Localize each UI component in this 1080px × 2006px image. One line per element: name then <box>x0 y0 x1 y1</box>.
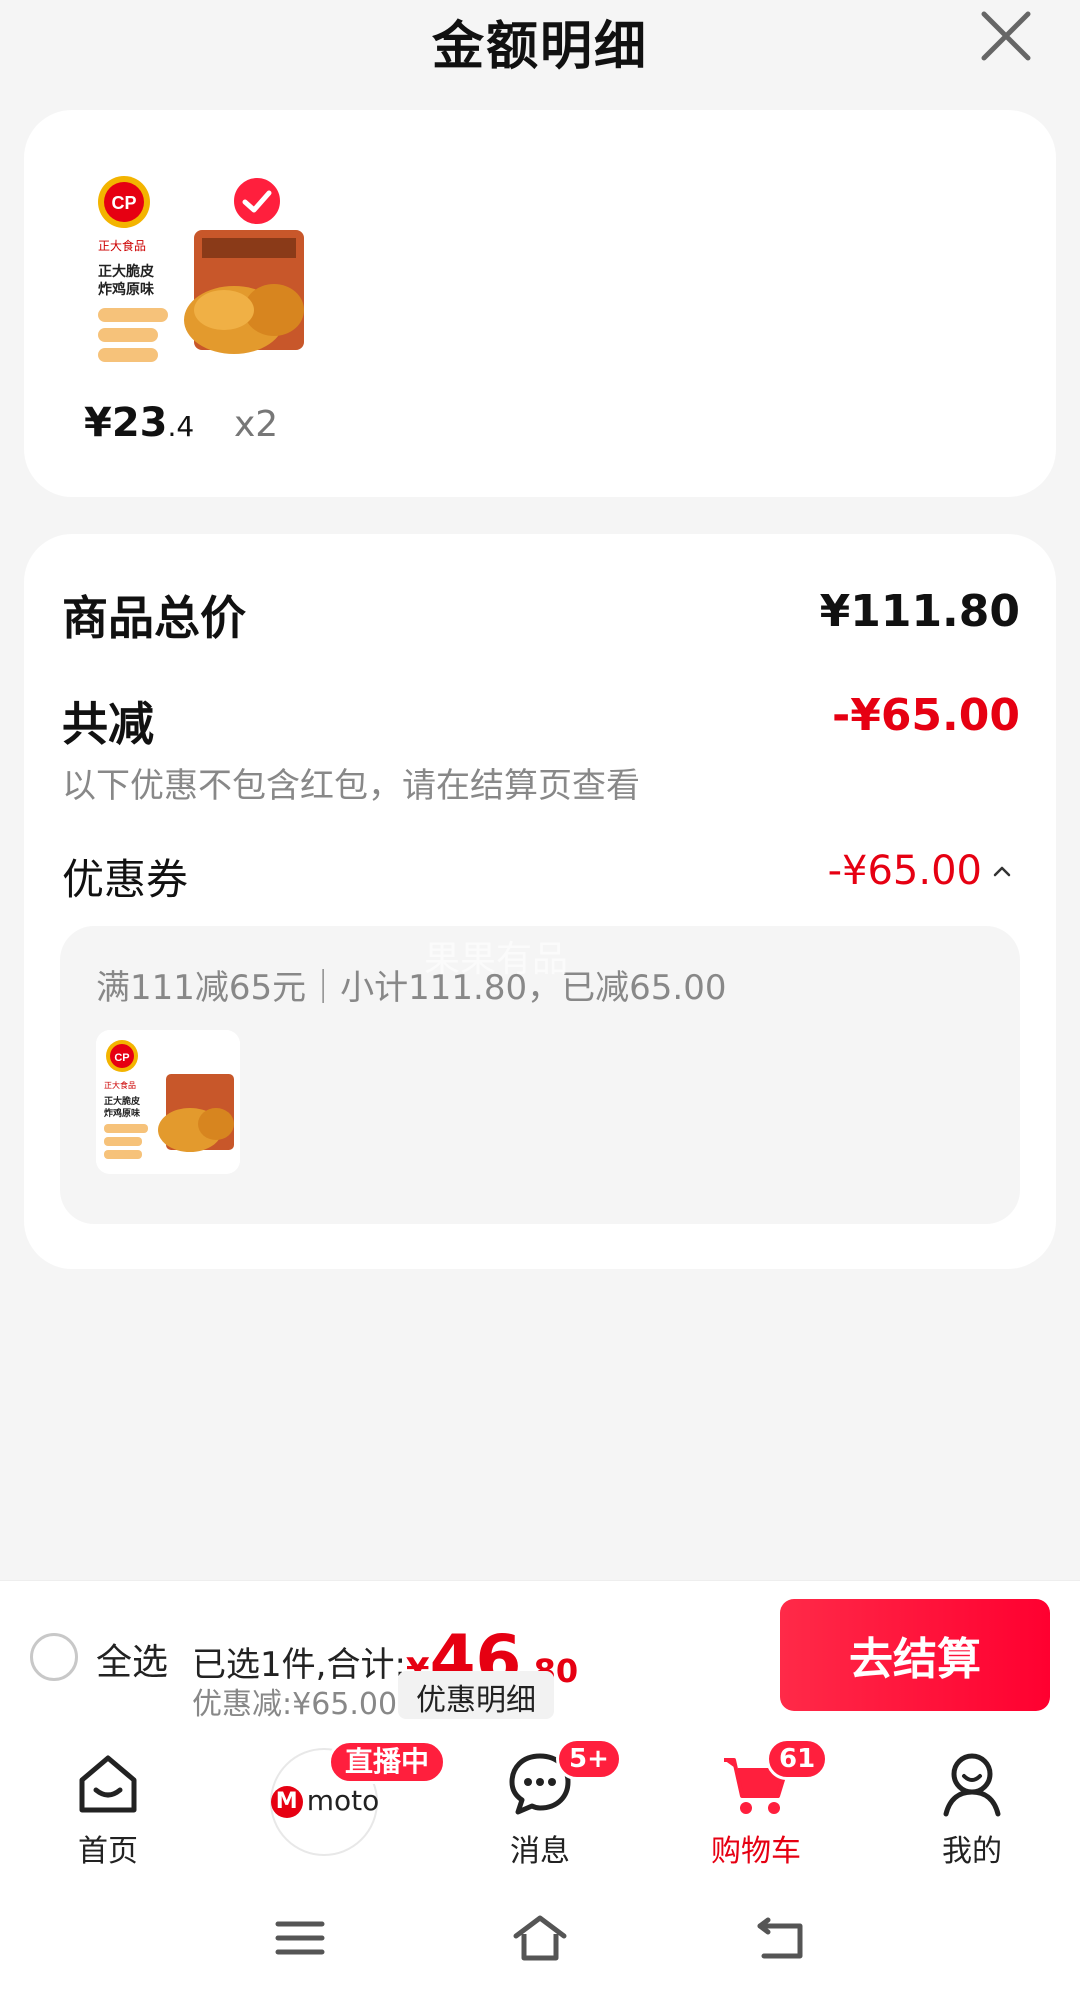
select-all-radio[interactable] <box>30 1633 78 1681</box>
checkout-button[interactable]: 去结算 <box>780 1599 1050 1711</box>
coupon-rule: 满111减65元｜小计111.80，已减65.00 <box>96 968 727 1008</box>
product-quantity: x2 <box>234 404 279 445</box>
svg-text:正大脆皮: 正大脆皮 <box>104 1095 141 1107</box>
tab-home[interactable]: 首页 <box>28 1730 188 1870</box>
tab-label: 首页 <box>78 1834 138 1869</box>
product-card: CP 正大食品 正大脆皮 炸鸡原味 ¥23.4 x2 <box>24 110 1056 497</box>
chevron-up-icon[interactable] <box>990 860 1014 884</box>
discount-amount: 优惠减:¥65.00 <box>192 1687 398 1722</box>
price-dec: .4 <box>167 410 195 443</box>
svg-text:正大食品: 正大食品 <box>104 1080 136 1090</box>
live-badge: 直播中 <box>328 1740 447 1784</box>
watermark: 果果有品 <box>424 939 569 980</box>
select-all-label[interactable]: 全选 <box>96 1633 168 1685</box>
bottom-tab-bar: 首页 Mmoto 直播中 消息 5+ 购物车 61 我的 <box>0 1730 1080 1870</box>
svg-text:正大食品: 正大食品 <box>98 238 146 253</box>
tab-cart[interactable]: 购物车 61 <box>676 1730 836 1870</box>
home-icon <box>79 1755 137 1813</box>
cart-badge: 61 <box>766 1738 829 1780</box>
tab-messages[interactable]: 消息 5+ <box>460 1730 622 1870</box>
total-price-label: 商品总价 <box>62 591 246 645</box>
svg-text:炸鸡原味: 炸鸡原味 <box>98 281 154 298</box>
message-badge: 5+ <box>556 1738 622 1780</box>
system-home-icon[interactable] <box>512 1912 568 1964</box>
svg-text:CP: CP <box>111 193 136 213</box>
close-icon[interactable] <box>978 8 1034 64</box>
total-reduction-value: -¥65.00 <box>831 690 1020 741</box>
reduction-note: 以下优惠不包含红包，请在结算页查看 <box>62 766 640 806</box>
price-summary-card: 商品总价 ¥111.80 共减 -¥65.00 以下优惠不包含红包，请在结算页查… <box>24 534 1056 1269</box>
selected-check-icon[interactable] <box>230 174 284 228</box>
tab-label: 购物车 <box>711 1834 801 1869</box>
system-navigation-bar <box>0 1870 1080 2006</box>
page-title: 金额明细 <box>431 17 648 77</box>
moto-logo-icon: M <box>270 1786 303 1818</box>
menu-icon[interactable] <box>272 1912 328 1964</box>
total-price-value: ¥111.80 <box>819 586 1020 637</box>
coupon-product-image[interactable]: CP 正大食品 正大脆皮 炸鸡原味 <box>96 1030 240 1174</box>
header: 金额明细 <box>0 0 1080 90</box>
svg-text:正大脆皮: 正大脆皮 <box>98 263 154 280</box>
moto-live-icon[interactable]: Mmoto <box>270 1784 380 1818</box>
svg-text:CP: CP <box>114 1052 129 1064</box>
back-icon[interactable] <box>752 1912 808 1964</box>
total-reduction-label: 共减 <box>62 697 154 751</box>
profile-icon <box>943 1753 1001 1817</box>
discount-detail-button[interactable]: 优惠明细 <box>398 1671 554 1719</box>
tab-label: 消息 <box>510 1834 570 1869</box>
product-price: ¥23.4 <box>84 400 194 446</box>
live-logo-text: moto <box>306 1784 380 1817</box>
price-int: ¥23 <box>84 400 168 446</box>
coupon-label[interactable]: 优惠券 <box>62 846 188 907</box>
checkout-bar: 全选 已选1件,合计:¥46.80 优惠减:¥65.00 优惠明细 去结算 <box>0 1580 1080 1730</box>
tab-profile[interactable]: 我的 <box>892 1730 1052 1870</box>
svg-text:炸鸡原味: 炸鸡原味 <box>104 1107 140 1119</box>
tab-label: 我的 <box>942 1834 1002 1869</box>
coupon-value[interactable]: -¥65.00 <box>828 848 982 894</box>
